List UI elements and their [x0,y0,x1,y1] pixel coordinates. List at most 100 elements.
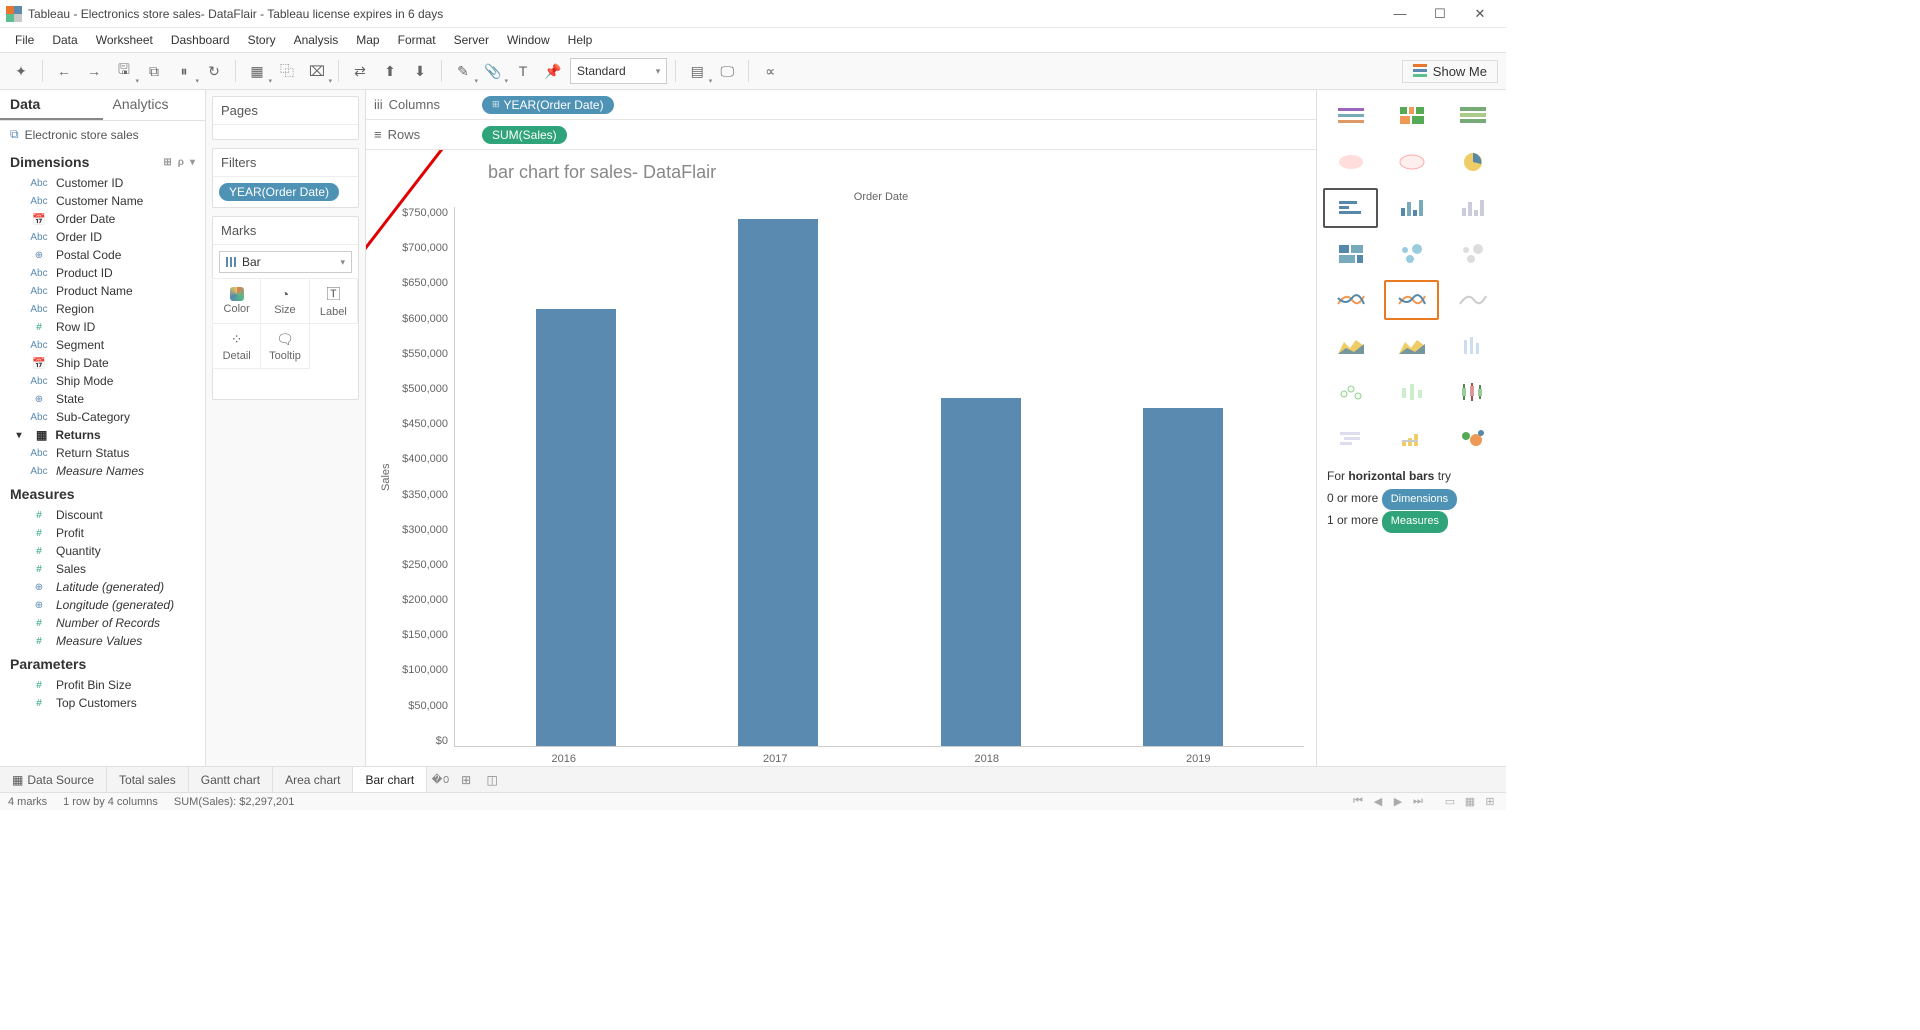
redo-button[interactable]: → [81,58,107,84]
pin-button[interactable]: 📌 [540,58,566,84]
view-tabs-icon[interactable]: ▭ [1442,795,1458,808]
field-segment[interactable]: AbcSegment [0,336,205,354]
field-ship-mode[interactable]: AbcShip Mode [0,372,205,390]
field-longitude-generated-[interactable]: ⊕Longitude (generated) [0,596,205,614]
showme-chart-type-21[interactable] [1323,418,1378,458]
filter-pill-year[interactable]: YEAR(Order Date) [219,183,339,201]
showme-chart-type-13[interactable] [1384,280,1439,320]
field-measure-names[interactable]: AbcMeasure Names [0,462,205,480]
show-me-button[interactable]: Show Me [1402,60,1498,83]
sheet-title[interactable]: bar chart for sales- DataFlair [378,158,1304,191]
field-sub-category[interactable]: AbcSub-Category [0,408,205,426]
sort-desc-button[interactable]: ⬇ [407,58,433,84]
save-button[interactable]: 🖫 [111,58,137,84]
clear-button[interactable]: ⌧ [304,58,330,84]
bar-2018[interactable] [941,398,1021,746]
share-button[interactable]: ∝ [757,58,783,84]
showme-chart-type-9[interactable] [1323,234,1378,274]
columns-pill-year[interactable]: ⊞YEAR(Order Date) [482,96,614,114]
data-source-tab[interactable]: ▦Data Source [0,767,107,792]
nav-first-icon[interactable]: ⏮ [1350,795,1366,808]
showme-chart-type-16[interactable] [1384,326,1439,366]
field-product-id[interactable]: AbcProduct ID [0,264,205,282]
field-postal-code[interactable]: ⊕Postal Code [0,246,205,264]
field-top-customers[interactable]: #Top Customers [0,694,205,712]
field-discount[interactable]: #Discount [0,506,205,524]
showme-chart-type-17[interactable] [1445,326,1500,366]
showme-chart-type-20[interactable] [1445,372,1500,412]
field-order-id[interactable]: AbcOrder ID [0,228,205,246]
swap-button[interactable]: ⇄ [347,58,373,84]
showme-chart-type-12[interactable] [1323,280,1378,320]
bar-2019[interactable] [1143,408,1223,746]
sheet-tab-area[interactable]: Area chart [273,767,353,792]
menu-server[interactable]: Server [445,30,498,50]
menu-analysis[interactable]: Analysis [285,30,348,50]
marks-size-button[interactable]: ◔Size [260,278,309,324]
menu-worksheet[interactable]: Worksheet [87,30,162,50]
showme-chart-type-11[interactable] [1445,234,1500,274]
marks-type-select[interactable]: Bar [219,251,352,273]
field-state[interactable]: ⊕State [0,390,205,408]
showme-chart-type-6[interactable] [1323,188,1378,228]
menu-story[interactable]: Story [239,30,285,50]
field-sales[interactable]: #Sales [0,560,205,578]
showme-chart-type-1[interactable] [1384,96,1439,136]
presentation-button[interactable]: 🖵 [714,58,740,84]
showme-chart-type-8[interactable] [1445,188,1500,228]
sort-asc-button[interactable]: ⬆ [377,58,403,84]
field-order-date[interactable]: 📅Order Date [0,210,205,228]
field-profit-bin-size[interactable]: #Profit Bin Size [0,676,205,694]
showme-chart-type-3[interactable] [1323,142,1378,182]
showme-chart-type-22[interactable] [1384,418,1439,458]
new-dashboard-icon[interactable]: ⊞ [453,767,479,792]
tableau-icon[interactable]: ✦ [8,58,34,84]
showme-chart-type-0[interactable] [1323,96,1378,136]
menu-dashboard[interactable]: Dashboard [162,30,239,50]
new-datasource-button[interactable]: ⧉ [141,58,167,84]
search-icon[interactable]: ρ [178,157,184,168]
view-toggle-icon[interactable]: ⊞ [163,157,171,168]
field-product-name[interactable]: AbcProduct Name [0,282,205,300]
nav-prev-icon[interactable]: ◀ [1370,795,1386,808]
menu-window[interactable]: Window [498,30,559,50]
field-region[interactable]: AbcRegion [0,300,205,318]
sheet-tab-bar[interactable]: Bar chart [353,767,427,792]
showme-chart-type-23[interactable] [1445,418,1500,458]
maximize-button[interactable]: ☐ [1420,0,1460,28]
labels-button[interactable]: T [510,58,536,84]
field-ship-date[interactable]: 📅Ship Date [0,354,205,372]
tab-analytics[interactable]: Analytics [103,90,206,120]
duplicate-button[interactable]: ⿻ [274,58,300,84]
showme-chart-type-4[interactable] [1384,142,1439,182]
marks-color-button[interactable]: Color [212,278,261,324]
field-latitude-generated-[interactable]: ⊕Latitude (generated) [0,578,205,596]
sheet-tab-total-sales[interactable]: Total sales [107,767,189,792]
new-story-icon[interactable]: ◫ [479,767,505,792]
rows-shelf[interactable]: ≡Rows SUM(Sales) [366,120,1316,150]
showme-chart-type-2[interactable] [1445,96,1500,136]
field-profit[interactable]: #Profit [0,524,205,542]
marks-label-button[interactable]: 🅃Label [309,278,358,324]
menu-format[interactable]: Format [389,30,445,50]
columns-shelf[interactable]: iiiColumns ⊞YEAR(Order Date) [366,90,1316,120]
undo-button[interactable]: ← [51,58,77,84]
showme-chart-type-10[interactable] [1384,234,1439,274]
menu-data[interactable]: Data [43,30,86,50]
bar-2016[interactable] [536,309,616,746]
minimize-button[interactable]: — [1380,0,1420,28]
view-grid-icon[interactable]: ⊞ [1482,795,1498,808]
marks-detail-button[interactable]: ⁘Detail [212,323,261,369]
showme-chart-type-15[interactable] [1323,326,1378,366]
nav-last-icon[interactable]: ⏭ [1410,795,1426,808]
view-filmstrip-icon[interactable]: ▦ [1462,795,1478,808]
field-number-of-records[interactable]: #Number of Records [0,614,205,632]
pause-button[interactable]: ⏸ [171,58,197,84]
pages-card[interactable]: Pages [212,96,359,140]
group-button[interactable]: 📎 [480,58,506,84]
refresh-button[interactable]: ↻ [201,58,227,84]
close-button[interactable]: ✕ [1460,0,1500,28]
new-worksheet-button[interactable]: ▦ [244,58,270,84]
marks-tooltip-button[interactable]: 🗨Tooltip [260,323,309,369]
new-worksheet-icon[interactable]: �൦ [427,767,453,792]
